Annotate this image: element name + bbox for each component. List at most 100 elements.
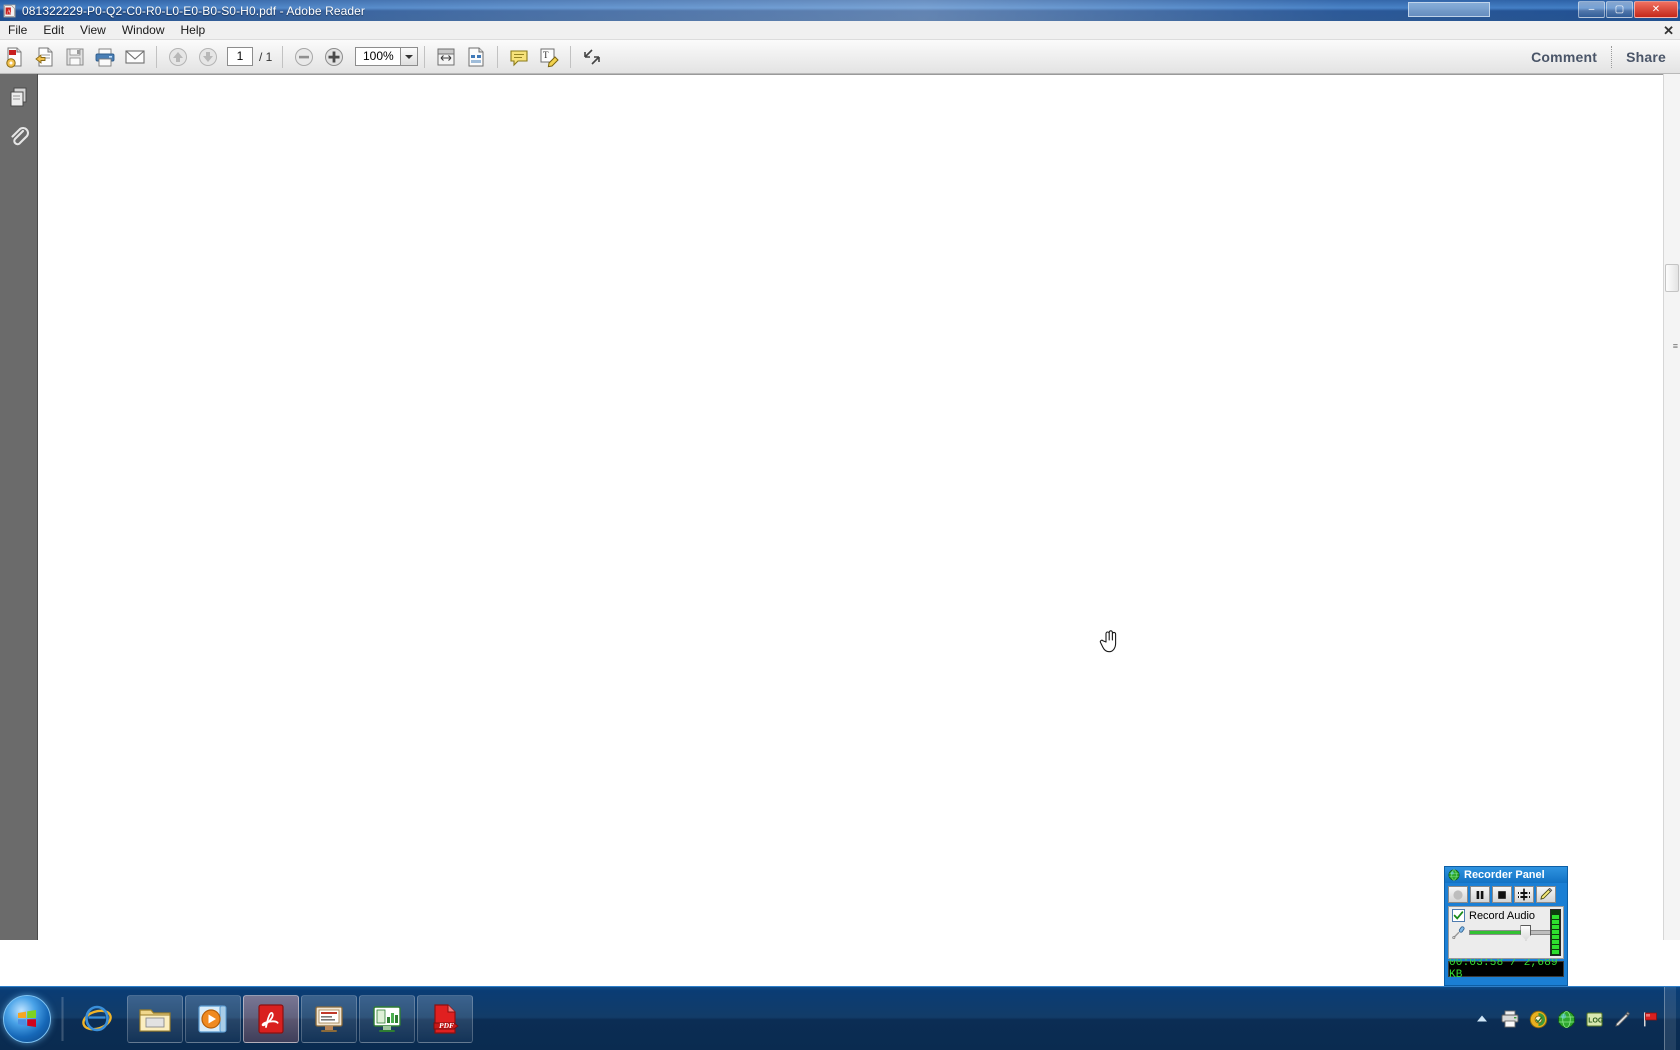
- fit-width-button[interactable]: [462, 43, 490, 71]
- marker-button[interactable]: [1536, 886, 1556, 903]
- toolbar-separator-2: [282, 45, 284, 68]
- recorder-title-bar[interactable]: Recorder Panel: [1445, 867, 1567, 883]
- create-pdf-button[interactable]: [1, 43, 29, 71]
- maximize-button[interactable]: ▢: [1606, 1, 1633, 18]
- taskbar-internet-explorer[interactable]: [69, 995, 125, 1043]
- minimize-button[interactable]: –: [1578, 1, 1605, 18]
- meter-segment: [1552, 945, 1559, 949]
- record-button[interactable]: [1448, 886, 1468, 903]
- next-page-button[interactable]: [194, 43, 222, 71]
- menu-edit[interactable]: Edit: [35, 21, 72, 39]
- share-button[interactable]: Share: [1612, 45, 1680, 69]
- show-desktop-button[interactable]: [1664, 987, 1676, 1050]
- pen-tray-button[interactable]: [1611, 1008, 1633, 1030]
- window-controls[interactable]: – ▢ ✕: [1577, 1, 1678, 18]
- taskbar-windows-explorer[interactable]: [127, 994, 183, 1043]
- svg-text:PDF: PDF: [439, 1021, 454, 1030]
- folder-icon: [139, 1008, 171, 1032]
- zoom-dropdown-button[interactable]: [401, 47, 419, 66]
- plus-circle-icon: [325, 47, 344, 66]
- comment-tools-group: T: [504, 43, 564, 71]
- sticky-note-button[interactable]: [505, 43, 533, 71]
- action-center-flag-button[interactable]: [1639, 1008, 1661, 1030]
- microphone-volume-row[interactable]: +: [1449, 922, 1563, 941]
- recorder-controls: [1445, 883, 1567, 905]
- zoom-level-input[interactable]: 100%: [355, 47, 402, 66]
- document-view[interactable]: [38, 74, 1663, 940]
- menu-help[interactable]: Help: [173, 21, 214, 39]
- security-tray-button[interactable]: [1527, 1008, 1549, 1030]
- scrollbar-thumb[interactable]: [1665, 264, 1679, 292]
- attachments-button[interactable]: [2, 120, 36, 154]
- pdf-page[interactable]: [38, 75, 1663, 940]
- recorder-panel[interactable]: Recorder Panel Record Audio 00:03:58 / 2…: [1444, 866, 1568, 986]
- fit-page-button[interactable]: [432, 43, 460, 71]
- taskbar-adobe-reader[interactable]: [243, 994, 299, 1043]
- flag-icon: [1643, 1011, 1657, 1026]
- taskbar-app-chart[interactable]: [359, 994, 415, 1043]
- scrollbar-grip-icon: ≡: [1672, 341, 1678, 351]
- print-button[interactable]: [91, 43, 119, 71]
- highlight-text-button[interactable]: T: [535, 43, 563, 71]
- page-thumbnails-icon: [10, 87, 26, 107]
- menu-file[interactable]: File: [0, 21, 35, 39]
- show-hidden-icons-button[interactable]: [1471, 1008, 1493, 1030]
- microphone-volume-slider[interactable]: [1469, 924, 1552, 941]
- network-globe-tray-button[interactable]: [1555, 1008, 1577, 1030]
- pen-icon: [1614, 1010, 1630, 1027]
- window-title-bar[interactable]: A 081322229-P0-Q2-C0-R0-L0-E0-B0-S0-H0.p…: [0, 0, 1680, 21]
- checkmark-icon: [1453, 911, 1464, 920]
- arrow-down-icon: [199, 47, 217, 66]
- create-pdf-icon: [6, 47, 22, 68]
- toolbar-separator-4: [497, 45, 499, 68]
- zoom-out-button[interactable]: [290, 43, 318, 71]
- menu-window[interactable]: Window: [114, 21, 173, 39]
- record-audio-checkbox[interactable]: [1452, 909, 1465, 922]
- comment-button[interactable]: Comment: [1517, 45, 1611, 69]
- recorder-title-text: Recorder Panel: [1464, 869, 1545, 881]
- log-icon: LOG: [1586, 1012, 1604, 1026]
- taskbar-app-monitor[interactable]: [301, 994, 357, 1043]
- audio-level-meter: [1550, 909, 1561, 956]
- save-button[interactable]: [61, 43, 89, 71]
- sticky-note-icon: [510, 49, 528, 66]
- windows-taskbar: PDF LOG: [0, 986, 1680, 1050]
- zoom-group: 100%: [289, 43, 419, 71]
- email-button[interactable]: [121, 43, 149, 71]
- page-thumbnails-button[interactable]: [2, 80, 36, 114]
- volume-slider-knob[interactable]: [1520, 924, 1532, 941]
- vertical-scrollbar[interactable]: ≡: [1663, 74, 1680, 940]
- printer-tray-button[interactable]: [1499, 1008, 1521, 1030]
- menu-view[interactable]: View: [72, 21, 114, 39]
- security-icon: [1529, 1010, 1547, 1028]
- globe-icon: [1557, 1010, 1575, 1028]
- filmstrip-button[interactable]: [1514, 886, 1534, 903]
- filmstrip-icon: [1518, 888, 1530, 901]
- svg-text:LOG: LOG: [1588, 1017, 1604, 1024]
- close-button[interactable]: ✕: [1634, 1, 1678, 18]
- stop-button[interactable]: [1492, 886, 1512, 903]
- screen-recorder-icon: [315, 1005, 343, 1032]
- record-audio-row[interactable]: Record Audio: [1449, 907, 1563, 922]
- export-pdf-button[interactable]: [31, 43, 59, 71]
- pdf-tool-icon: PDF: [433, 1003, 459, 1034]
- adobe-reader-taskbar-icon: [258, 1003, 284, 1034]
- email-icon: [125, 49, 145, 64]
- log-tray-button[interactable]: LOG: [1583, 1008, 1605, 1030]
- taskbar-media-player[interactable]: [185, 994, 241, 1043]
- pause-button[interactable]: [1470, 886, 1490, 903]
- save-icon: [66, 48, 84, 65]
- page-total-label: / 1: [259, 49, 273, 64]
- fullscreen-button[interactable]: [578, 43, 606, 71]
- taskbar-pdf-tool[interactable]: PDF: [417, 994, 473, 1043]
- current-page-input[interactable]: 1: [227, 47, 253, 66]
- pen-highlighter-icon: [1540, 888, 1553, 900]
- window-preview-thumb: [1408, 2, 1490, 17]
- zoom-in-button[interactable]: [320, 43, 348, 71]
- start-button[interactable]: [3, 994, 51, 1043]
- close-document-button[interactable]: ✕: [1663, 23, 1674, 39]
- highlight-text-icon: T: [540, 48, 560, 67]
- recorder-audio-section: Record Audio +: [1448, 906, 1564, 959]
- zoom-level-combo[interactable]: 100%: [355, 47, 419, 66]
- previous-page-button[interactable]: [164, 43, 192, 71]
